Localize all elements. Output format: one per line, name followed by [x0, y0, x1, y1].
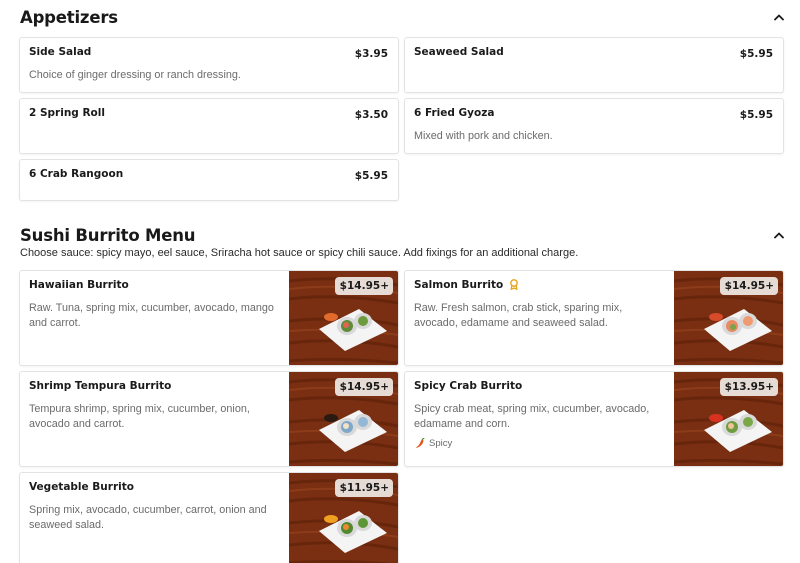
menu-item-card[interactable]: Hawaiian Burrito Raw. Tuna, spring mix, … [19, 270, 399, 366]
item-description: Choice of ginger dressing or ranch dress… [29, 69, 241, 81]
item-name: Shrimp Tempura Burrito [29, 380, 172, 392]
item-name: Vegetable Burrito [29, 481, 134, 493]
section-description: Choose sauce: spicy mayo, eel sauce, Sri… [20, 247, 579, 259]
price-badge: $11.95+ [334, 479, 393, 497]
menu-item-card[interactable]: 6 Fried Gyoza $5.95 Mixed with pork and … [404, 98, 784, 154]
item-price: $5.95 [739, 109, 773, 121]
item-name: 2 Spring Roll [29, 107, 105, 119]
menu-item-card[interactable]: Side Salad $3.95 Choice of ginger dressi… [19, 37, 399, 93]
chili-pepper-icon [416, 438, 425, 448]
item-photo: $14.95+ [289, 372, 398, 466]
item-photo: $11.95+ [289, 473, 398, 563]
tag-label: Spicy [429, 438, 453, 449]
award-icon [509, 279, 519, 293]
item-photo: $14.95+ [674, 271, 783, 365]
price-badge: $14.95+ [334, 277, 393, 295]
item-name-text: Salmon Burrito [414, 279, 504, 291]
item-price: $3.95 [354, 48, 388, 60]
item-description: Raw. Tuna, spring mix, cucumber, avocado… [29, 302, 274, 329]
item-name: Salmon Burrito [414, 279, 519, 293]
burrito-section: Sushi Burrito Menu Choose sauce: spicy m… [0, 226, 800, 259]
item-description: Mixed with pork and chicken. [414, 130, 553, 142]
menu-item-card[interactable]: Shrimp Tempura Burrito Tempura shrimp, s… [19, 371, 399, 467]
collapse-chevron-up-icon[interactable] [772, 228, 786, 242]
price-badge: $14.95+ [334, 378, 393, 396]
item-name: 6 Fried Gyoza [414, 107, 495, 119]
item-description: Spring mix, avocado, cucumber, carrot, o… [29, 504, 267, 531]
item-name: Seaweed Salad [414, 46, 504, 58]
menu-item-card[interactable]: Vegetable Burrito Spring mix, avocado, c… [19, 472, 399, 563]
menu-item-card[interactable]: Salmon Burrito Raw. Fresh salmon, crab s… [404, 270, 784, 366]
section-title: Appetizers [20, 8, 118, 27]
menu-item-card[interactable]: Seaweed Salad $5.95 [404, 37, 784, 93]
collapse-chevron-up-icon[interactable] [772, 10, 786, 24]
item-name: Hawaiian Burrito [29, 279, 129, 291]
item-description: Raw. Fresh salmon, crab stick, sparing m… [414, 302, 623, 329]
price-badge: $14.95+ [719, 277, 778, 295]
item-description: Tempura shrimp, spring mix, cucumber, on… [29, 403, 250, 430]
item-name: Side Salad [29, 46, 92, 58]
item-price: $5.95 [739, 48, 773, 60]
menu-item-card[interactable]: Spicy Crab Burrito Spicy crab meat, spri… [404, 371, 784, 467]
section-title: Sushi Burrito Menu [20, 226, 196, 245]
item-photo: $13.95+ [674, 372, 783, 466]
menu-item-card[interactable]: 2 Spring Roll $3.50 [19, 98, 399, 154]
appetizers-section: Appetizers [0, 8, 800, 32]
item-description: Spicy crab meat, spring mix, cucumber, a… [414, 403, 650, 430]
item-name: Spicy Crab Burrito [414, 380, 523, 392]
item-photo: $14.95+ [289, 271, 398, 365]
spicy-tag: Spicy [415, 438, 452, 449]
price-badge: $13.95+ [719, 378, 778, 396]
appetizers-header: Appetizers [0, 8, 800, 32]
item-price: $5.95 [354, 170, 388, 182]
menu-item-card[interactable]: 6 Crab Rangoon $5.95 [19, 159, 399, 201]
item-price: $3.50 [354, 109, 388, 121]
item-name: 6 Crab Rangoon [29, 168, 124, 180]
